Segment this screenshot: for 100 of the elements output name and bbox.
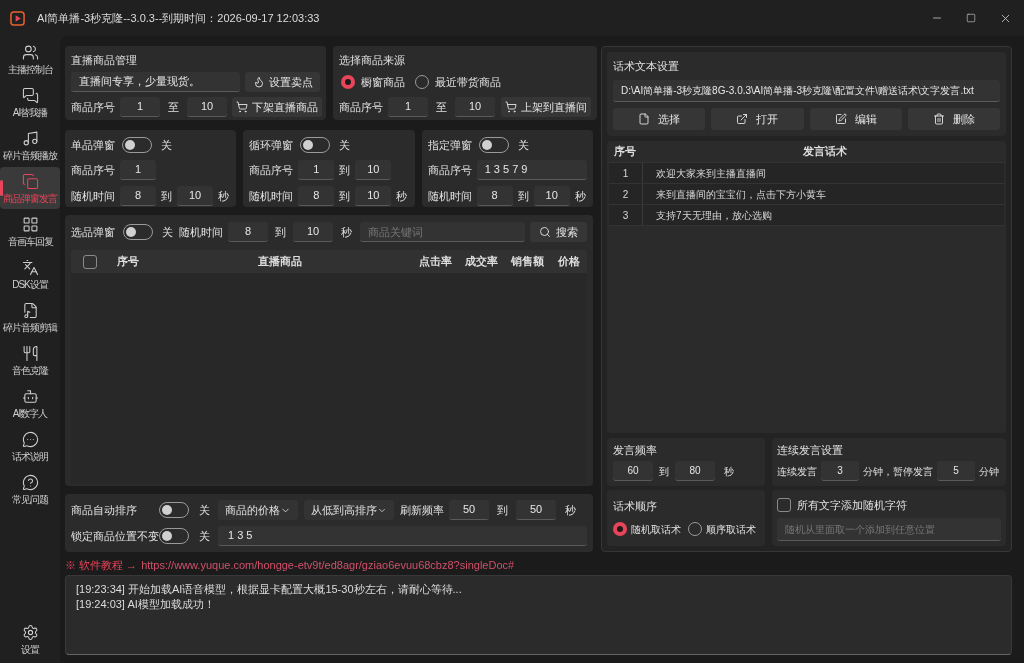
number-field[interactable]: 10 — [177, 186, 213, 206]
sidebar-item[interactable]: 音画车回复 — [0, 210, 60, 252]
field-label: 锁定商品位置不变 — [71, 528, 159, 544]
number-field[interactable]: 8 — [476, 186, 513, 206]
log-line: [19:24:03] AI模型加载成功！ — [76, 597, 216, 612]
table-cell-text: 3 — [622, 208, 629, 223]
table-cell-text: 欢迎大家来到主播直播间 — [656, 166, 766, 181]
sort-field-dropdown[interactable]: 商品的价格 — [218, 500, 298, 520]
radio-button[interactable] — [341, 75, 355, 89]
number-field[interactable]: 3 — [821, 461, 859, 481]
chat-dots-icon — [21, 430, 39, 448]
sidebar-item[interactable]: 常见问题 — [0, 468, 60, 510]
selling-point-field[interactable]: 直播间专享，少量现货。 — [71, 72, 240, 92]
open-button[interactable]: 打开 — [711, 108, 804, 130]
search-icon — [539, 226, 551, 238]
column-header: 序号 — [117, 254, 139, 270]
sidebar-item[interactable]: 主播控制台 — [0, 38, 60, 80]
field-label: 连续发言 — [777, 464, 817, 479]
sort-order-dropdown[interactable]: 从低到高排序 — [304, 500, 394, 520]
field-label: 商品序号 — [71, 162, 115, 178]
panel-title: 循环弹窗 — [249, 137, 294, 153]
sidebar-item[interactable]: 音色克隆 — [0, 339, 60, 381]
sidebar-item[interactable]: 话术说明 — [0, 425, 60, 467]
number-field[interactable]: 60 — [613, 461, 653, 481]
flame-icon — [252, 76, 265, 88]
file-path-field[interactable]: D:\AI简单播-3秒克隆8G-3.0.3\AI简单播-3秒克隆\配置文件\赠送话术\文字发言.txt — [613, 80, 1000, 102]
radio-label: 最近带货商品 — [435, 74, 501, 90]
toggle-switch[interactable] — [159, 528, 189, 544]
users-icon — [21, 43, 39, 61]
play-logo-icon — [10, 10, 25, 26]
copy-icon — [21, 172, 39, 190]
table-cell-text: 支持7天无理由，放心选购 — [656, 208, 772, 223]
music-file-icon — [21, 301, 39, 319]
field-label: 到 — [275, 224, 286, 240]
external-link-icon — [736, 113, 749, 125]
sidebar-item[interactable]: AI替我播 — [0, 81, 60, 123]
field-label: 秒 — [396, 188, 408, 204]
toggle-switch[interactable] — [300, 137, 331, 153]
column-header: 发言话术 — [802, 144, 847, 160]
delete-button[interactable]: 删除 — [907, 108, 1000, 130]
number-field[interactable]: 1 — [120, 160, 156, 180]
column-header: 销售额 — [510, 254, 544, 270]
number-field[interactable]: 1 — [120, 97, 160, 117]
number-field[interactable]: 8 — [228, 222, 268, 242]
number-field[interactable]: 10 — [533, 186, 570, 206]
radio-label: 橱窗商品 — [361, 74, 405, 90]
number-field[interactable]: 1 — [298, 160, 335, 180]
sidebar-item[interactable]: DSK设置 — [0, 253, 60, 295]
column-header: 价格 — [557, 254, 580, 270]
radio-button[interactable] — [613, 522, 627, 536]
field-label: 分钟 — [979, 464, 999, 479]
sidebar-item[interactable]: 碎片音频播放 — [0, 124, 60, 166]
number-field[interactable]: 8 — [120, 186, 156, 206]
cart-icon — [505, 101, 517, 113]
toggle-switch[interactable] — [478, 137, 509, 153]
number-field[interactable]: 10 — [355, 160, 392, 180]
product-numbers-field[interactable]: 1 3 5 7 9 — [476, 160, 587, 180]
sidebar-item[interactable]: AI数字人 — [0, 382, 60, 424]
toggle-switch[interactable] — [122, 137, 152, 153]
checkbox[interactable] — [777, 498, 791, 512]
radio-label: 顺序取话术 — [706, 522, 756, 537]
edit-button[interactable]: 编辑 — [809, 108, 902, 130]
checkbox-label: 所有文字添加随机字符 — [797, 497, 907, 513]
field-label: 商品序号 — [71, 99, 115, 115]
checkbox[interactable] — [82, 254, 97, 269]
number-field[interactable]: 50 — [516, 500, 556, 520]
panel-title: 连续发言设置 — [777, 443, 844, 457]
tutorial-link[interactable]: https://www.yuque.com/hongge-etv9t/ed8agr/gziao6evuu68cbz8?singleDoc# — [141, 556, 515, 574]
field-label: 随机时间 — [249, 188, 294, 204]
search-button[interactable]: 搜索 — [530, 222, 587, 242]
remove-products-button[interactable]: 下架直播商品 — [232, 97, 322, 117]
select-button[interactable]: 选择 — [613, 108, 706, 130]
number-field[interactable]: 1 — [388, 97, 428, 117]
add-to-live-button[interactable]: 上架到直播间 — [501, 97, 591, 117]
field-label: 至 — [168, 99, 179, 115]
toggle-switch[interactable] — [123, 224, 153, 240]
number-field[interactable]: 50 — [449, 500, 489, 520]
sidebar-item[interactable]: 碎片音频剪辑 — [0, 296, 60, 338]
tutorial-label: ※ 软件教程 → — [65, 557, 138, 573]
toggle-switch[interactable] — [159, 502, 189, 518]
radio-label: 随机取话术 — [631, 522, 681, 537]
number-field[interactable]: 80 — [675, 461, 715, 481]
locked-positions-field[interactable]: 1 3 5 — [218, 526, 587, 546]
number-field[interactable]: 10 — [455, 97, 495, 117]
number-field[interactable]: 10 — [293, 222, 333, 242]
sidebar-item[interactable]: 设置 — [0, 618, 60, 660]
number-field[interactable]: 5 — [937, 461, 975, 481]
field-label: 到 — [339, 188, 351, 204]
column-header: 点击率 — [418, 254, 452, 270]
number-field[interactable]: 10 — [355, 186, 392, 206]
number-field[interactable]: 8 — [298, 186, 335, 206]
search-field[interactable]: 商品关键词 — [360, 222, 525, 242]
log-line: [19:23:34] 开始加载AI语音模型，根据显卡配置大概15-30秒左右，请耐心等待... — [76, 582, 463, 597]
panel-title: 话术顺序 — [613, 499, 658, 513]
window-title: AI简单播-3秒克隆--3.0.3--到期时间：2026-09-17 12:03:33 — [37, 10, 320, 26]
set-selling-point-button[interactable]: 设置卖点 — [245, 72, 320, 92]
field-label: 秒 — [218, 188, 229, 204]
field-label: 随机时间 — [179, 224, 223, 240]
number-field[interactable]: 10 — [187, 97, 227, 117]
field-label: 秒 — [724, 464, 734, 479]
